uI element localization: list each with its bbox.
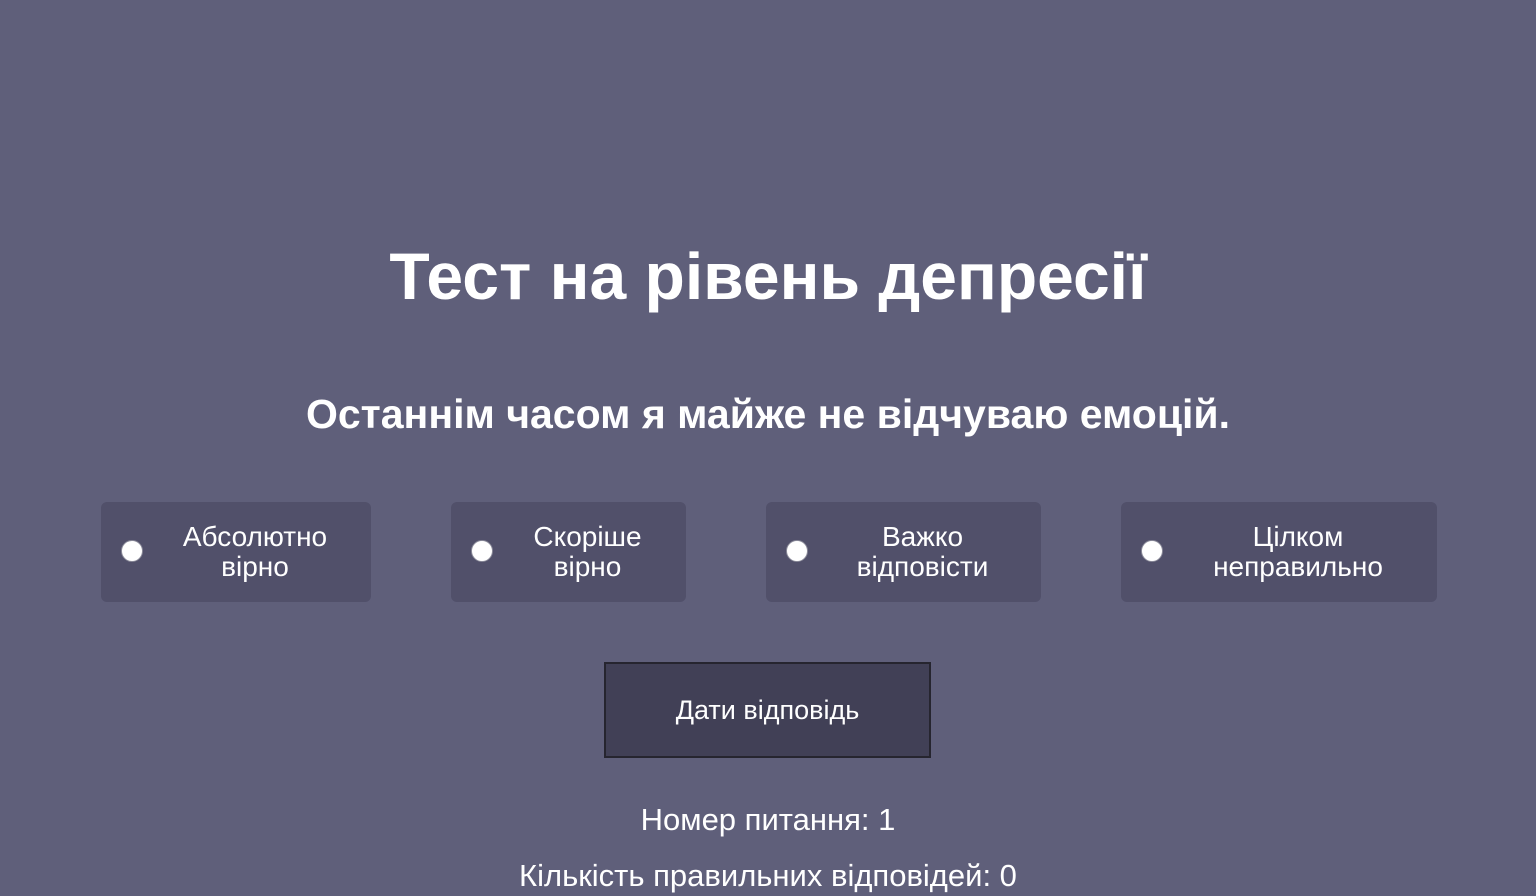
answer-option-label: Важко відповісти [816,522,1029,582]
answer-option-label: Абсолютно вірно [151,522,359,582]
answer-option-rather-true[interactable]: Скоріше вірно [451,502,686,602]
answer-option-completely-wrong[interactable]: Цілком неправильно [1121,502,1437,602]
answer-option-label-line2: вірно [553,551,622,582]
radio-button[interactable] [471,540,493,562]
answer-option-label-line2: відповісти [856,551,989,582]
question-text: Останнім часом я майже не відчуваю емоці… [305,391,1231,437]
correct-answers-count-text: Кількість правильних відповідей: 0 [519,858,1017,893]
radio-button[interactable] [1141,540,1163,562]
question-number-text: Номер питання: 1 [640,802,896,837]
answer-option-label-line1: Абсолютно [182,521,328,552]
answer-option-label: Цілком неправильно [1171,522,1425,582]
answer-option-label-line2: вірно [221,551,289,582]
answer-option-hard-to-answer[interactable]: Важко відповісти [766,502,1041,602]
radio-button[interactable] [121,540,143,562]
answer-option-absolutely-true[interactable]: Абсолютно вірно [101,502,371,602]
answer-option-label-line1: Цілком [1252,521,1344,552]
answer-option-label-line1: Важко [881,521,964,552]
answer-option-label-line1: Скоріше [533,521,642,552]
page-title: Тест на рівень депресії [389,239,1147,313]
answer-option-label-line2: неправильно [1213,551,1383,582]
answer-option-label: Скоріше вірно [501,522,674,582]
radio-button[interactable] [786,540,808,562]
submit-answer-button[interactable]: Дати відповідь [604,662,931,758]
